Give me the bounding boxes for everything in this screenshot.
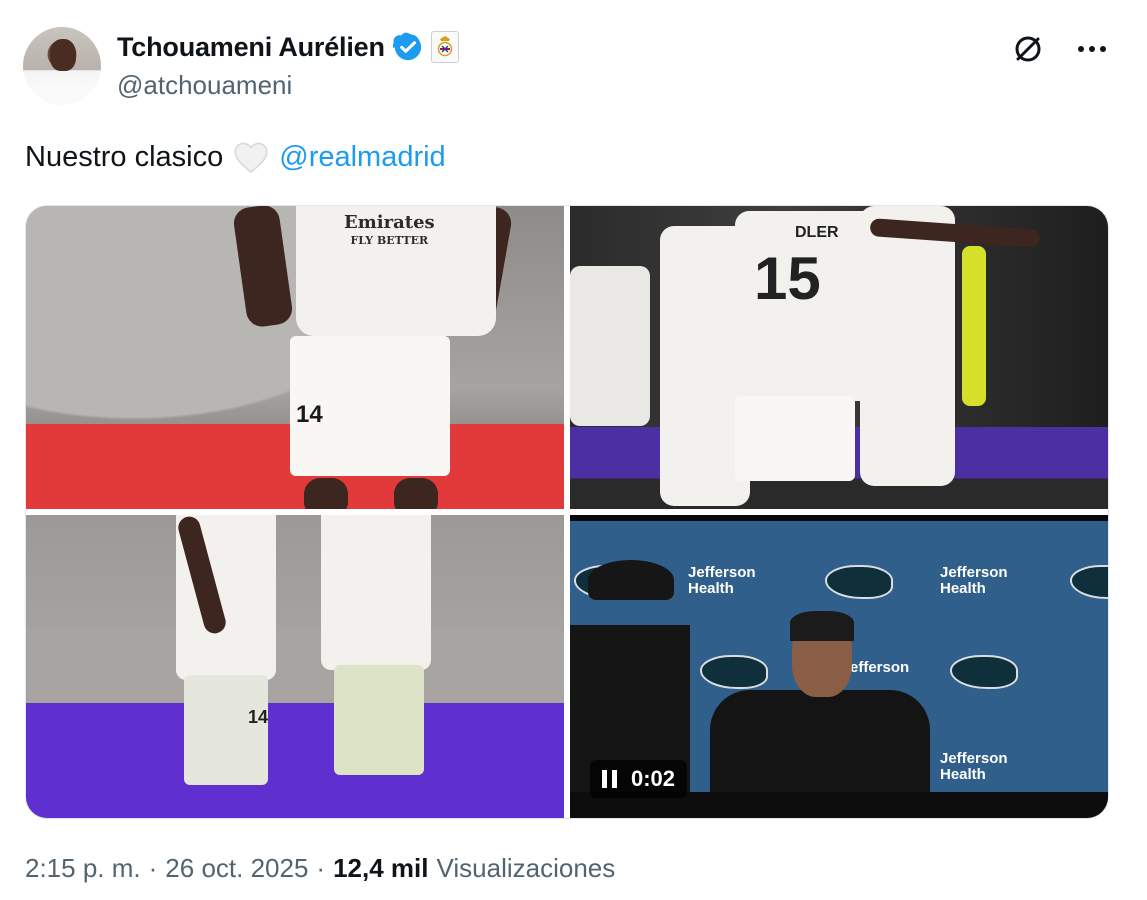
media-photo-1[interactable]: Emirates FLY BETTER 14	[26, 206, 564, 509]
tweet-body-text: Nuestro clasico	[25, 140, 224, 173]
author-handle[interactable]: @atchouameni	[117, 70, 292, 101]
sponsor-tile-line2: Health	[940, 580, 986, 597]
eagles-logo	[950, 655, 1018, 689]
sponsor-tile: Jefferson Health	[940, 751, 1008, 783]
verified-badge-icon	[392, 32, 421, 61]
jersey-number: 14	[296, 401, 323, 428]
pause-icon[interactable]	[602, 770, 617, 788]
white-heart-icon	[234, 142, 268, 173]
real-madrid-crest-icon[interactable]	[430, 31, 459, 63]
person-left	[570, 266, 650, 426]
sponsor-text: Emirates FLY BETTER	[344, 214, 435, 250]
tweet-date[interactable]: 26 oct. 2025	[165, 853, 308, 884]
player-right	[860, 206, 955, 486]
leg	[394, 478, 438, 509]
sponsor-tile-line1: Jefferson	[688, 564, 756, 581]
sponsor-tile-line1: Jefferson	[940, 564, 1008, 581]
meta-separator: ·	[148, 853, 158, 883]
media-photo-3[interactable]: 14	[26, 515, 564, 818]
tweet-time[interactable]: 2:15 p. m.	[25, 853, 141, 884]
sponsor-tile-line1: Jefferson	[940, 750, 1008, 767]
leg	[304, 478, 348, 509]
media-video[interactable]: Jefferson Health Jefferson Health effers…	[570, 515, 1108, 818]
sponsor-tile: Jefferson Health	[688, 565, 756, 597]
jersey-name: DLER	[795, 224, 839, 241]
sponsor-tile-line2: Health	[688, 580, 734, 597]
jersey-number: 14	[248, 707, 269, 727]
avatar-face	[50, 39, 76, 71]
tweet-actions-top	[1011, 32, 1109, 66]
sponsor-tile-line2: Health	[940, 766, 986, 783]
shorts	[334, 665, 424, 775]
shorts	[735, 396, 855, 481]
media-grid: Emirates FLY BETTER 14 15 DLER 14 Jeffer…	[25, 205, 1109, 819]
video-time: 0:02	[631, 766, 676, 791]
yellow-shirt	[962, 246, 986, 406]
arm	[231, 206, 295, 329]
more-options-icon[interactable]	[1075, 32, 1109, 66]
eagles-logo	[825, 565, 893, 599]
tweet-text: Nuestro clasico @realmadrid	[25, 140, 446, 174]
mention-link[interactable]: @realmadrid	[279, 141, 445, 174]
author-display-name[interactable]: Tchouameni Aurélien	[117, 32, 385, 63]
views-label[interactable]: Visualizaciones	[437, 853, 616, 884]
sponsor-tile: Jefferson Health	[940, 565, 1008, 597]
black-hat	[588, 560, 674, 600]
tweet-meta: 2:15 p. m. · 26 oct. 2025 · 12,4 mil Vis…	[25, 853, 615, 884]
shorts	[184, 675, 268, 785]
meta-separator: ·	[316, 853, 326, 883]
author-name-row: Tchouameni Aurélien	[117, 31, 459, 63]
speaker-cap	[790, 611, 854, 641]
eagles-logo	[1070, 565, 1108, 599]
avatar[interactable]	[23, 27, 101, 105]
views-count[interactable]: 12,4 mil	[333, 853, 428, 884]
jersey-number: 15	[754, 245, 821, 312]
avatar-shirt	[31, 81, 93, 105]
video-timer[interactable]: 0:02	[590, 760, 688, 798]
media-photo-2[interactable]: 15 DLER	[570, 206, 1108, 509]
sponsor-line2: FLY BETTER	[350, 234, 429, 247]
player-right-jersey	[321, 515, 431, 670]
sponsor-line1: Emirates	[344, 212, 435, 233]
grok-icon[interactable]	[1011, 32, 1045, 66]
eagles-logo	[700, 655, 768, 689]
sponsor-tile-extra: efferson	[850, 659, 910, 676]
